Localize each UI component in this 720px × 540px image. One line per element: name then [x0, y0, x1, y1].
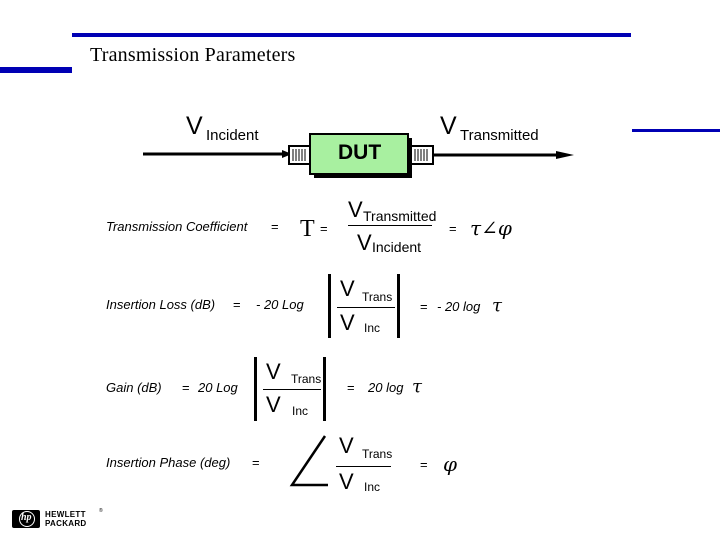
- il-den-sub: Inc: [364, 321, 381, 335]
- ip-num-sub: Trans: [362, 447, 393, 461]
- hp-logo-mark: hp: [12, 510, 40, 528]
- transmitted-arrowhead: [556, 151, 574, 159]
- gain-abs-bar-right: [323, 357, 326, 421]
- hp-logo-line2: PACKARD: [45, 519, 87, 528]
- gain-result-symbol: τ: [412, 376, 422, 397]
- gain-fraction-line: [263, 389, 321, 390]
- il-num-sub: Trans: [362, 290, 393, 304]
- left-connector: [288, 145, 312, 165]
- gain-result: 20 log: [368, 380, 404, 395]
- tc-equals-3: =: [449, 221, 457, 236]
- tc-fraction-line: [348, 225, 432, 226]
- tc-result: τ∠φ: [470, 216, 512, 240]
- angle-symbol: [289, 435, 328, 487]
- ip-result-symbol: φ: [443, 452, 458, 476]
- ip-den-v: V: [339, 469, 354, 494]
- il-fraction-line: [337, 307, 395, 308]
- gain-equals-1: =: [182, 380, 190, 395]
- gain-abs-bar-left: [254, 357, 257, 421]
- il-label: Insertion Loss (dB): [106, 297, 216, 312]
- il-equals-1: =: [233, 297, 241, 312]
- il-den-v: V: [340, 310, 355, 335]
- il-result-symbol: τ: [492, 295, 502, 316]
- ip-equals-1: =: [252, 455, 260, 470]
- gain-den-sub: Inc: [292, 404, 309, 418]
- hp-logo-text: hp: [21, 512, 32, 523]
- right-connector: [410, 145, 434, 165]
- il-num-v: V: [340, 276, 355, 301]
- ip-equals-2: =: [420, 457, 428, 472]
- il-abs-bar-right: [397, 274, 400, 338]
- tc-den-sub: Incident: [372, 239, 422, 255]
- tc-num-sub: Transmitted: [363, 208, 437, 224]
- hp-logo: hp HEWLETT ® PACKARD: [12, 508, 103, 530]
- v-incident-symbol: V: [186, 112, 203, 140]
- ip-label: Insertion Phase (deg): [106, 455, 231, 470]
- il-prefix: - 20 Log: [256, 297, 304, 312]
- gain-equals-2: =: [347, 380, 355, 395]
- tc-num-v: V: [348, 197, 363, 222]
- v-transmitted-symbol: V: [440, 112, 457, 140]
- v-incident-label: Incident: [206, 127, 259, 144]
- tc-symbol: T: [300, 216, 315, 242]
- gain-num-sub: Trans: [291, 372, 322, 386]
- hp-logo-line1: HEWLETT: [45, 510, 86, 519]
- tc-den-v: V: [357, 230, 372, 255]
- gain-num-v: V: [266, 359, 281, 384]
- ip-fraction-line: [336, 466, 391, 467]
- il-abs-bar-left: [328, 274, 331, 338]
- v-transmitted-label: Transmitted: [460, 127, 539, 144]
- tc-equals-2: =: [320, 221, 328, 236]
- gain-prefix: 20 Log: [198, 380, 238, 395]
- ip-den-sub: Inc: [364, 480, 381, 494]
- dut-label: DUT: [338, 141, 382, 164]
- gain-label: Gain (dB): [106, 380, 162, 395]
- il-result: - 20 log: [437, 299, 481, 314]
- il-equals-2: =: [420, 299, 428, 314]
- hp-logo-registered: ®: [99, 508, 103, 514]
- ip-num-v: V: [339, 433, 354, 458]
- tc-label: Transmission Coefficient: [106, 219, 248, 234]
- tc-equals-1: =: [271, 219, 279, 234]
- gain-den-v: V: [266, 392, 281, 417]
